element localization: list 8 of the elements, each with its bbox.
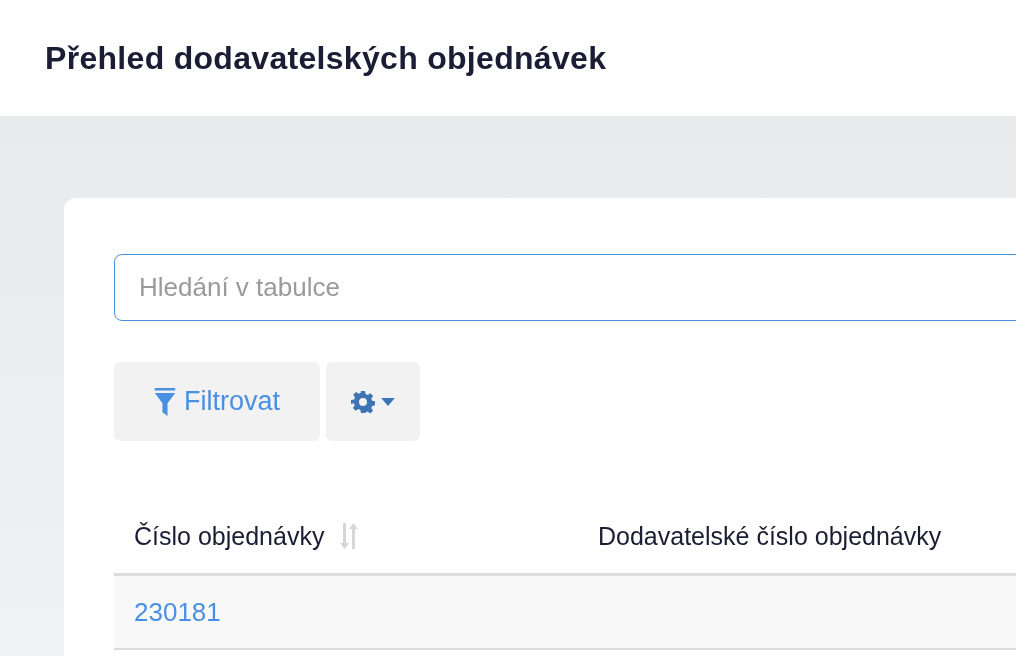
settings-button[interactable] [326,362,420,441]
caret-icon [381,397,395,406]
column-header[interactable]: Dodavatelské číslo objednávky [598,521,942,551]
search-field[interactable]: Hledání v tabulce [114,254,1016,321]
page-title: Přehled dodavatelských objednávek [45,39,607,77]
gear-icon [351,389,375,414]
column-header[interactable]: Číslo objednávky [134,521,325,551]
filter-icon [154,387,176,416]
